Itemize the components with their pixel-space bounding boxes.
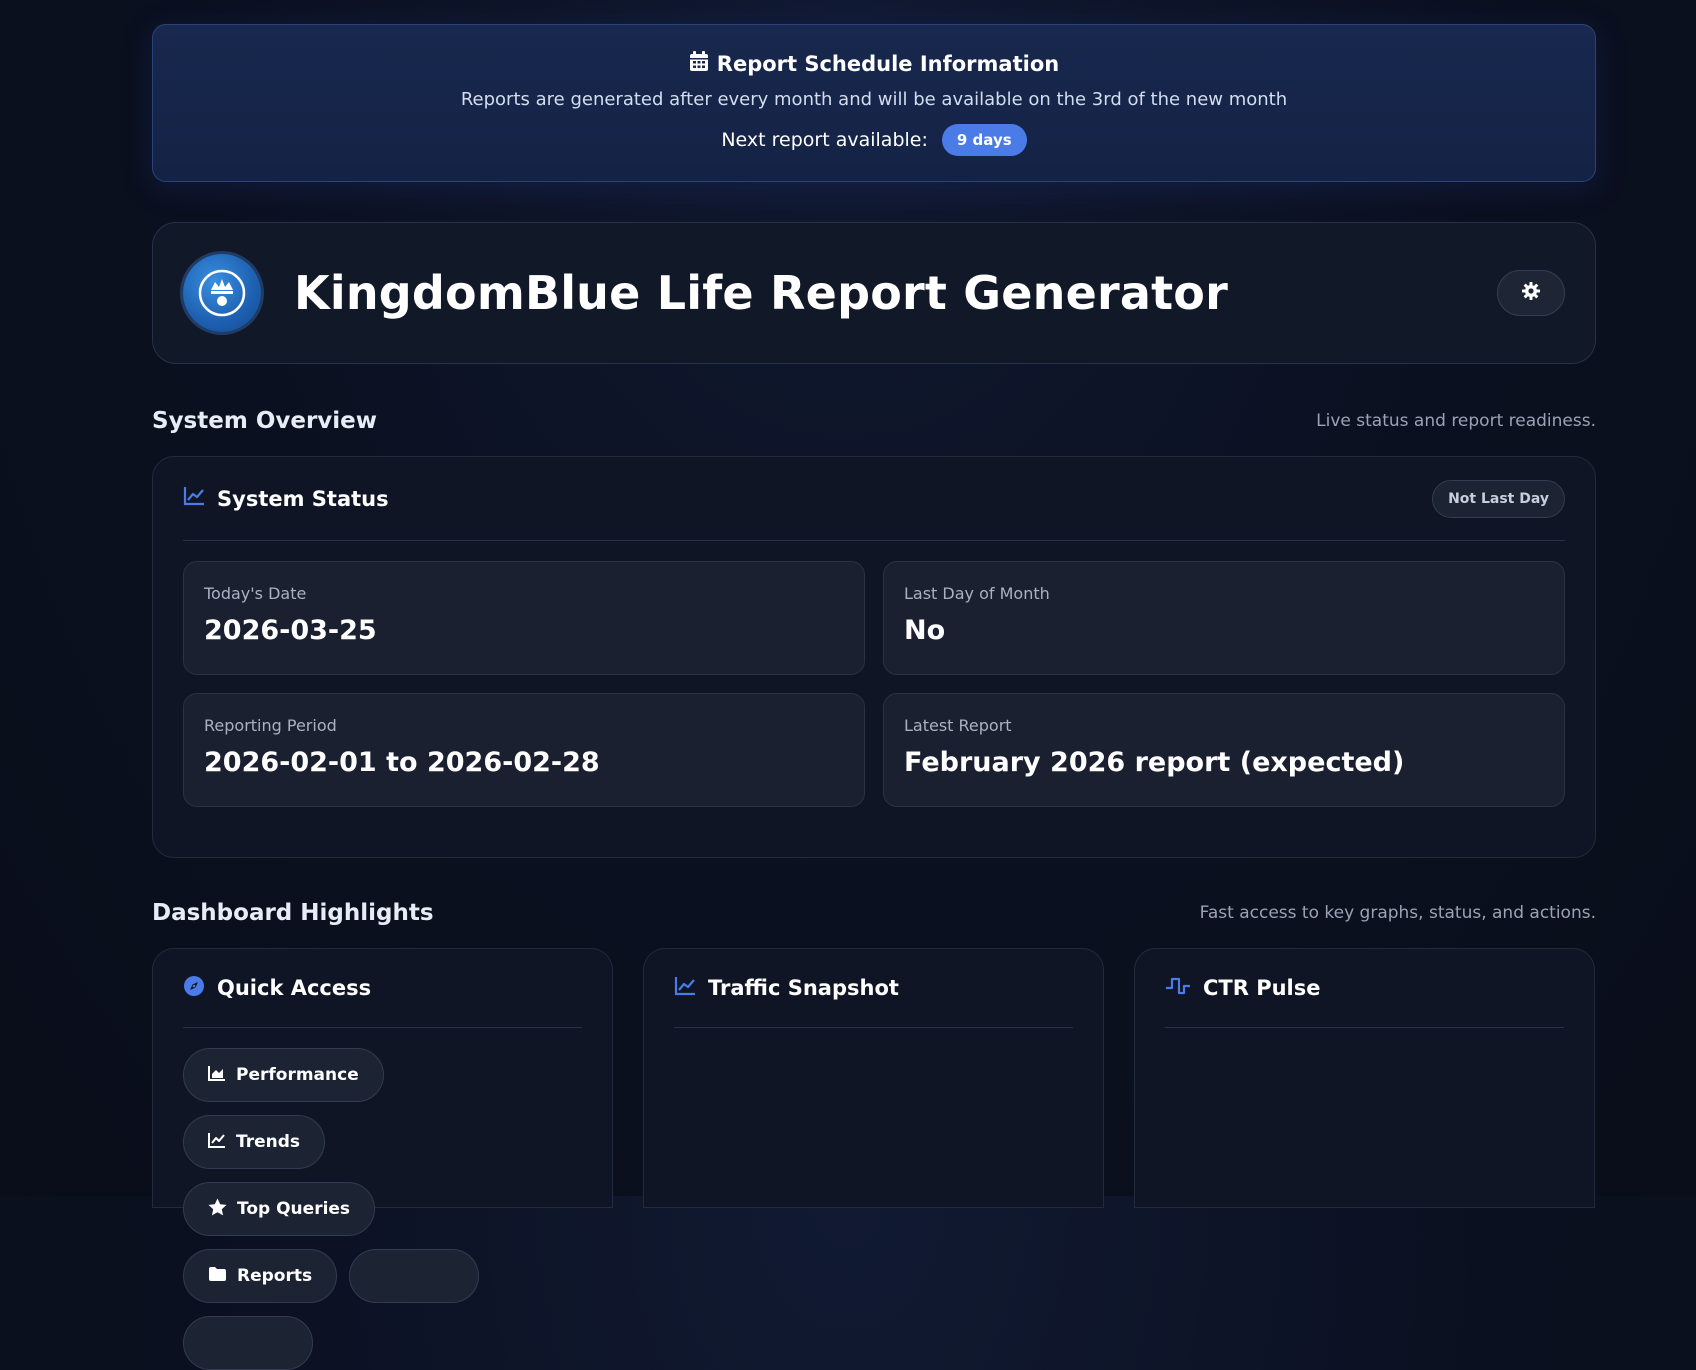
line-chart-icon	[208, 1132, 226, 1153]
star-icon	[208, 1198, 227, 1221]
calendar-icon	[689, 51, 709, 77]
highlights-grid: Quick Access Performance Trends Top Quer…	[152, 948, 1596, 1370]
panel-header: Traffic Snapshot	[674, 949, 1073, 1028]
section-title: System Overview	[152, 408, 378, 434]
settings-button[interactable]	[1497, 270, 1565, 316]
stat-label: Reporting Period	[204, 716, 337, 735]
stat-value: February 2026 report (expected)	[904, 747, 1405, 778]
section-title: Dashboard Highlights	[152, 900, 434, 926]
next-report-row: Next report available: 9 days	[153, 124, 1595, 156]
stat-label: Today's Date	[204, 584, 307, 603]
panel-title: CTR Pulse	[1203, 976, 1321, 1000]
report-schedule-banner: Report Schedule Information Reports are …	[152, 24, 1596, 182]
crown-logo-icon	[183, 254, 261, 332]
stat-value: No	[904, 615, 946, 646]
line-chart-icon	[183, 486, 205, 511]
stat-label: Last Day of Month	[904, 584, 1050, 603]
pulse-icon	[1165, 976, 1191, 1001]
button-label: Reports	[237, 1266, 313, 1286]
top-queries-button[interactable]: Top Queries	[183, 1182, 376, 1236]
gear-icon	[1521, 281, 1541, 305]
performance-button[interactable]: Performance	[183, 1048, 384, 1102]
panel-header: Quick Access	[183, 949, 582, 1028]
status-grid: Today's Date 2026-03-25 Last Day of Mont…	[183, 561, 1565, 807]
panel-title: Quick Access	[217, 976, 372, 1000]
quick-access-button[interactable]	[349, 1249, 480, 1303]
app-title: KingdomBlue Life Report Generator	[294, 266, 1228, 320]
panel-title-row: Traffic Snapshot	[674, 976, 899, 1001]
system-status-panel: System Status Not Last Day Today's Date …	[152, 456, 1596, 858]
panel-title-row: System Status	[183, 486, 389, 511]
next-report-badge: 9 days	[941, 124, 1027, 156]
traffic-snapshot-card: Traffic Snapshot	[643, 948, 1104, 1208]
button-label: Top Queries	[237, 1199, 351, 1219]
next-report-label: Next report available:	[721, 129, 928, 151]
area-chart-icon	[208, 1065, 226, 1086]
stat-card-latest-report: Latest Report February 2026 report (expe…	[883, 693, 1565, 807]
stat-card-reporting-period: Reporting Period 2026-02-01 to 2026-02-2…	[183, 693, 865, 807]
stat-card-todays-date: Today's Date 2026-03-25	[183, 561, 865, 675]
panel-header: CTR Pulse	[1165, 949, 1564, 1028]
schedule-description: Reports are generated after every month …	[460, 89, 1288, 110]
schedule-title-row: Report Schedule Information	[153, 25, 1595, 77]
folder-icon	[208, 1266, 227, 1287]
panel-title-row: Quick Access	[183, 975, 371, 1002]
button-label: Trends	[236, 1132, 301, 1152]
panel-title-row: CTR Pulse	[1165, 976, 1321, 1001]
panel-title: System Status	[217, 486, 389, 511]
status-badge: Not Last Day	[1432, 479, 1565, 518]
button-label: Performance	[236, 1065, 359, 1085]
quick-access-button[interactable]	[183, 1316, 313, 1370]
quick-access-card: Quick Access Performance Trends Top Quer…	[152, 948, 613, 1370]
section-subtitle: Fast access to key graphs, status, and a…	[1199, 903, 1596, 923]
line-chart-icon	[674, 976, 696, 1001]
dashboard-highlights-header: Dashboard Highlights Fast access to key …	[152, 900, 1596, 926]
ctr-pulse-card: CTR Pulse	[1134, 948, 1595, 1208]
section-subtitle: Live status and report readiness.	[1316, 411, 1596, 431]
app-header: KingdomBlue Life Report Generator	[152, 222, 1596, 364]
page-container: Report Schedule Information Reports are …	[152, 24, 1596, 1370]
system-overview-header: System Overview Live status and report r…	[152, 408, 1596, 434]
panel-header: System Status Not Last Day	[183, 457, 1565, 541]
trends-button[interactable]: Trends	[183, 1115, 326, 1169]
schedule-title: Report Schedule Information	[716, 52, 1060, 76]
stat-card-last-day: Last Day of Month No	[883, 561, 1565, 675]
stat-value: 2026-02-01 to 2026-02-28	[204, 747, 600, 778]
compass-icon	[183, 975, 205, 1002]
quick-access-buttons: Performance Trends Top Queries Reports	[183, 1048, 523, 1370]
reports-button[interactable]: Reports	[183, 1249, 338, 1303]
panel-title: Traffic Snapshot	[708, 976, 899, 1000]
stat-value: 2026-03-25	[204, 615, 377, 646]
stat-label: Latest Report	[904, 716, 1012, 735]
